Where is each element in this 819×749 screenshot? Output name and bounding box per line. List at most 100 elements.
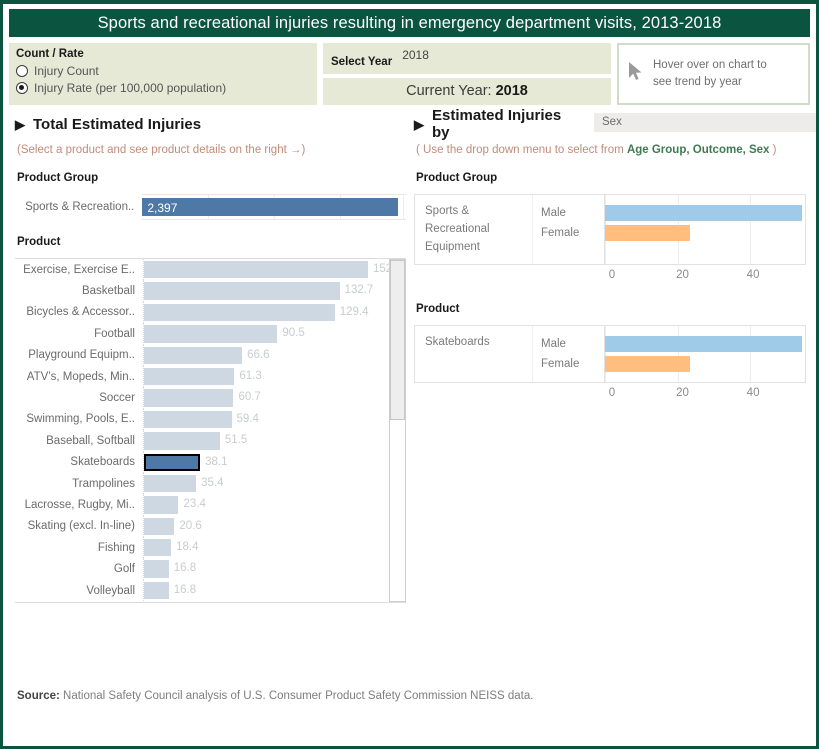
product-sex-axis: 02040 [612,383,806,405]
product-bar[interactable] [144,432,220,449]
hover-hint-box: Hover over on chart to see trend by year [617,43,810,105]
triangle-right-icon[interactable]: ▶ [15,118,25,131]
source-text: National Safety Council analysis of U.S.… [60,690,534,702]
current-year-value: 2018 [496,83,528,99]
source-footer: Source: National Safety Council analysis… [17,690,533,702]
product-row-label: Baseball, Softball [15,435,143,447]
product-bar[interactable] [144,496,178,513]
sex-bar-male[interactable] [605,205,802,221]
product-row-label: Golf [15,563,143,575]
product-bar-row[interactable]: Volleyball16.8 [15,580,389,601]
product-group-bar[interactable]: 2,397 [142,198,398,216]
product-bar-row[interactable]: Golf16.8 [15,558,389,579]
sex-bar-female[interactable] [605,225,690,241]
source-label: Source: [17,690,60,702]
hover-hint-line1: Hover over on chart to [653,59,767,71]
product-row-value: 38.1 [205,452,227,473]
right-subtitle-post: ) [769,144,776,156]
count-rate-label: Count / Rate [16,48,310,60]
product-bar-row[interactable]: ATV’s, Mopeds, Min..61.3 [15,366,389,387]
product-row-track: 132.7 [143,280,389,301]
product-row-track: 16.8 [143,558,389,579]
product-row-label: Trampolines [15,478,143,490]
radio-injury-count[interactable]: Injury Count [16,62,310,79]
axis-tick-label: 20 [676,269,689,281]
product-bar-row[interactable]: Trampolines35.4 [15,473,389,494]
product-group-bar-row[interactable]: Sports & Recreation.. 2,397 [15,194,406,220]
product-bar-row[interactable]: Swimming, Pools, E..59.4 [15,409,389,430]
select-year-value: 2018 [402,48,429,62]
product-bar[interactable] [144,475,196,492]
radio-circle-selected-icon[interactable] [16,82,28,94]
select-year-label: Select Year [331,56,392,68]
series-label-female: Female [541,354,604,374]
product-bar[interactable] [144,304,335,321]
product-sex-chart: Skateboards Male Female 02040 [414,325,806,405]
product-bar[interactable] [144,582,169,599]
product-bar[interactable] [144,539,171,556]
hover-hint-text: Hover over on chart to see trend by year [653,57,767,92]
sex-bar-male[interactable] [605,336,802,352]
product-row-label: Fishing [15,542,143,554]
product-row-track: 35.4 [143,473,389,494]
product-bar-row[interactable]: Baseball, Softball51.5 [15,430,389,451]
product-list-scrollbar[interactable] [389,259,406,602]
product-row-track: 20.6 [143,516,389,537]
product-row-track: 38.1 [143,452,389,473]
breakdown-dropdown[interactable]: Sex [594,113,816,132]
product-bar-row[interactable]: Exercise, Exercise E..152.0 [15,259,389,280]
radio-circle-icon[interactable] [16,65,28,77]
product-row-label: Exercise, Exercise E.. [15,264,143,276]
select-year-field[interactable]: Select Year 2018 [323,43,611,74]
sex-bar-female[interactable] [605,356,690,372]
product-bar[interactable] [144,411,232,428]
radio-injury-count-label: Injury Count [34,64,99,78]
product-bar-row[interactable]: Bicycles & Accessor..129.4 [15,302,389,323]
count-rate-control: Count / Rate Injury Count Injury Rate (p… [9,43,317,105]
hover-hint-line2: see trend by year [653,76,742,88]
product-row-value: 66.6 [247,345,269,366]
product-row-label: Football [15,328,143,340]
cursor-arrow-icon [627,61,645,88]
product-row-track: 23.4 [143,494,389,515]
product-bar[interactable] [144,368,234,385]
year-controls: Select Year 2018 Current Year: 2018 [323,43,611,105]
product-bar-row[interactable]: Skateboards38.1 [15,452,389,473]
product-bar-row[interactable]: Football90.5 [15,323,389,344]
axis-tick-label: 20 [676,387,689,399]
axis-tick-label: 40 [747,387,760,399]
product-bar[interactable] [144,261,368,278]
right-section-title[interactable]: ▶ Estimated Injuries by Sex [414,113,816,135]
group-sex-plot: Sports & Recreational Equipment Male Fem… [414,194,806,265]
sex-bar-slot [605,203,805,223]
product-bar-row[interactable]: Skating (excl. In-line)20.6 [15,516,389,537]
product-bar[interactable] [144,389,233,406]
product-bar-row[interactable]: Fishing18.4 [15,537,389,558]
product-group-category-label: Sports & Recreation.. [15,201,142,213]
group-sex-category: Sports & Recreational Equipment [415,195,533,264]
product-bar[interactable] [144,325,277,342]
product-row-track: 16.8 [143,580,389,601]
left-title-text: Total Estimated Injuries [33,116,201,133]
product-row-label: Lacrosse, Rugby, Mi.. [15,499,143,511]
product-bar[interactable] [144,282,340,299]
radio-injury-rate[interactable]: Injury Rate (per 100,000 population) [16,79,310,96]
product-bar-row[interactable]: Soccer60.7 [15,387,389,408]
product-bar[interactable] [144,518,174,535]
product-bar-row[interactable]: Lacrosse, Rugby, Mi..23.4 [15,494,389,515]
product-row-track: 90.5 [143,323,389,344]
triangle-right-icon[interactable]: ▶ [414,118,424,131]
product-row-value: 132.7 [345,280,374,301]
product-bar[interactable] [144,560,169,577]
product-bar-row[interactable]: Playground Equipm..66.6 [15,345,389,366]
product-bar[interactable] [144,347,242,364]
product-row-track: 129.4 [143,302,389,323]
scrollbar-thumb[interactable] [390,260,405,420]
product-row-value: 16.8 [174,580,196,601]
right-subtitle-options: Age Group, Outcome, Sex [627,144,770,156]
product-bar-selected[interactable] [144,454,200,471]
product-row-value: 61.3 [239,366,261,387]
left-section-title[interactable]: ▶ Total Estimated Injuries [15,113,406,135]
left-pane: ▶ Total Estimated Injuries (Select a pro… [3,113,406,603]
product-bar-row[interactable]: Basketball132.7 [15,280,389,301]
